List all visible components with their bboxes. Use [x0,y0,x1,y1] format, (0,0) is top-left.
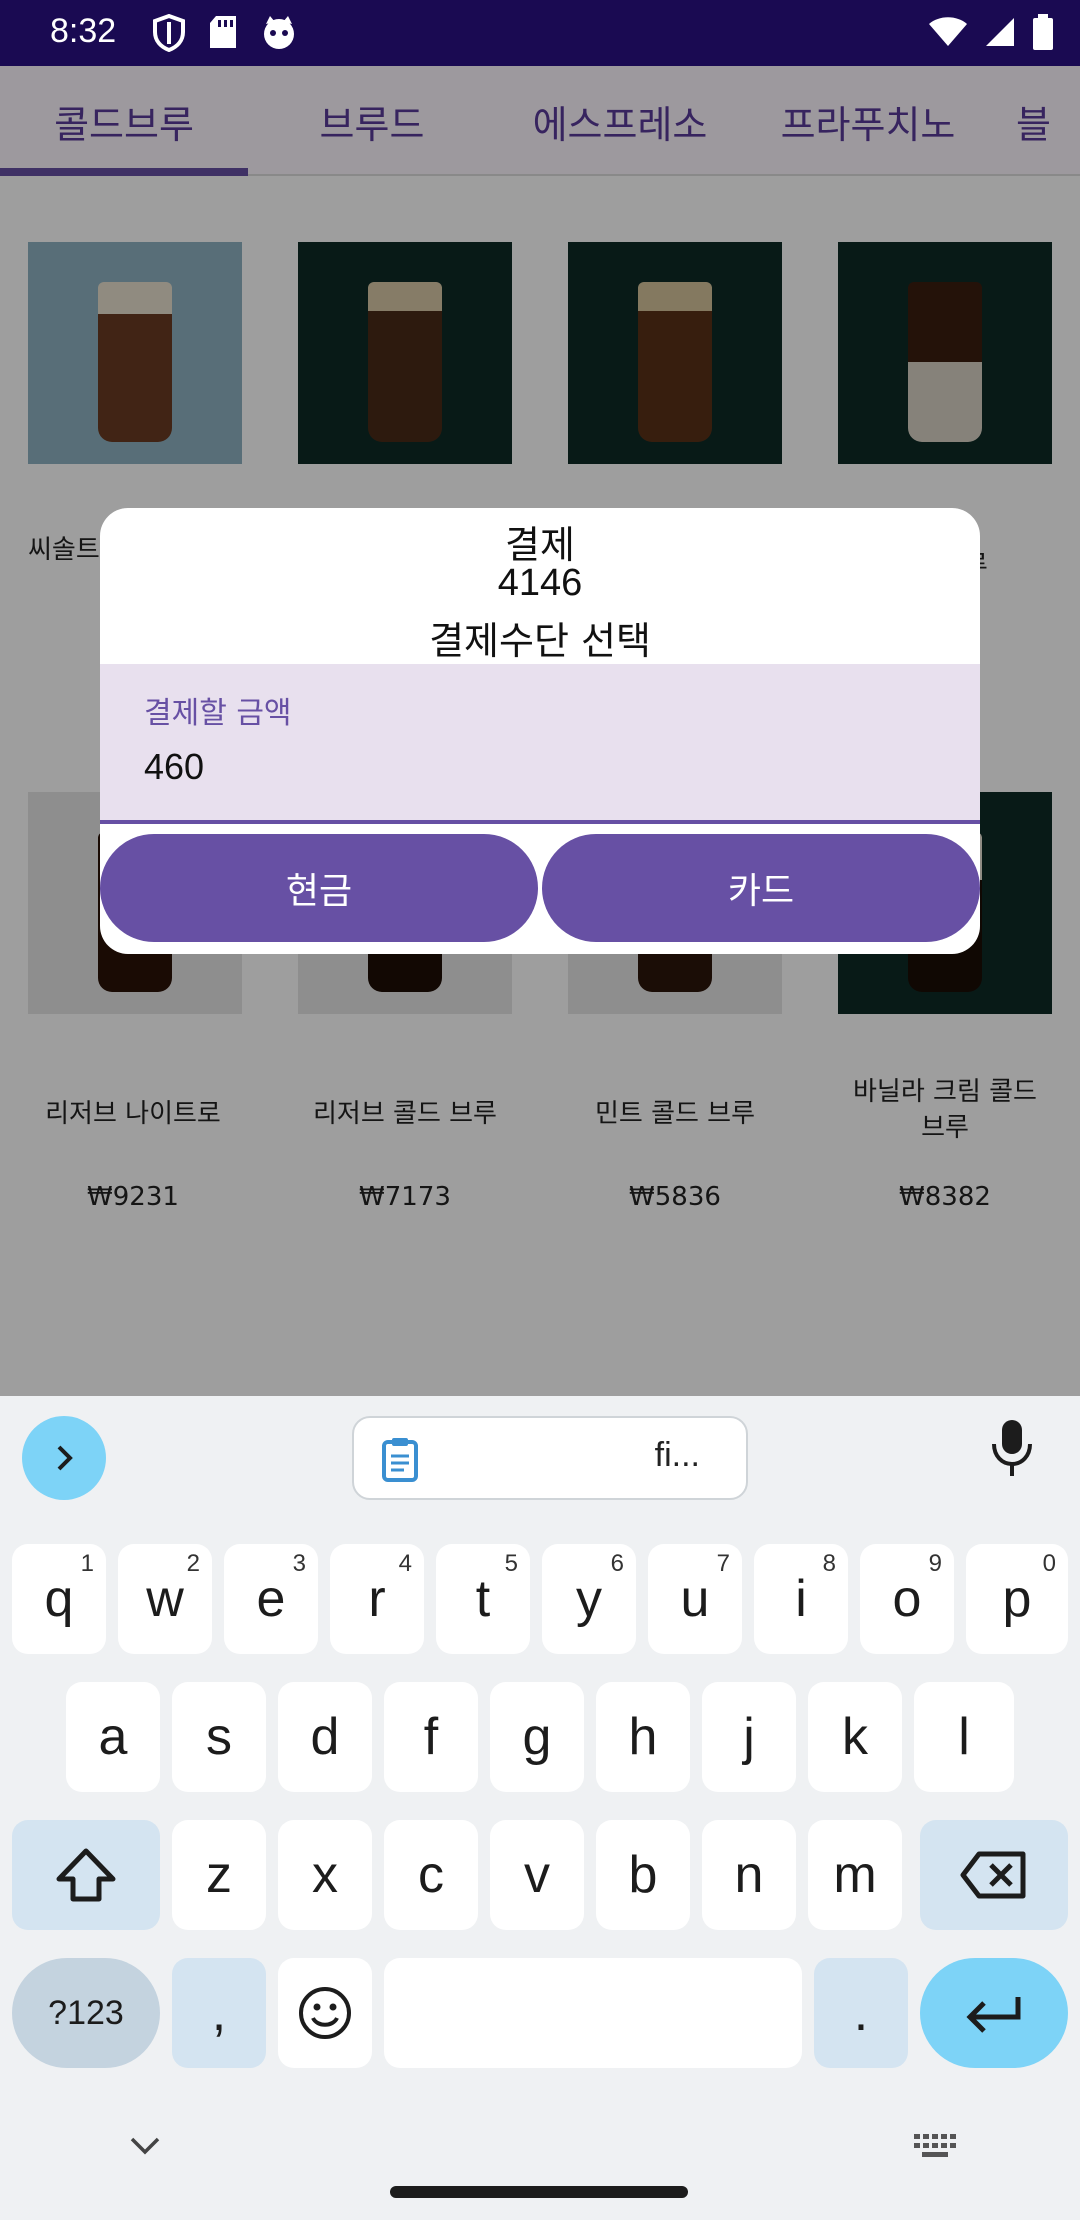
key-a[interactable]: a [66,1682,160,1792]
key-label: o [892,1570,922,1628]
emoji-icon [299,1987,351,2039]
amount-input-field[interactable]: 결제할 금액 460 [100,664,980,824]
status-bar: 8:32 [0,0,1080,66]
key-label: y [576,1570,602,1628]
key-hint: 5 [504,1550,518,1577]
microphone-icon[interactable] [990,1418,1034,1478]
expand-toolbar-button[interactable] [22,1416,106,1500]
status-system-icons [928,14,1054,50]
key-j[interactable]: j [702,1682,796,1792]
key-hint: 6 [610,1550,624,1577]
key-e[interactable]: e3 [224,1544,318,1654]
key-r[interactable]: r4 [330,1544,424,1654]
payment-dialog: 결제 4146 결제수단 선택 결제할 금액 460 현금 카드 [100,508,980,954]
key-hint: 2 [186,1550,200,1577]
chevron-down-icon[interactable] [128,2134,162,2158]
key-l[interactable]: l [914,1682,1014,1792]
keyboard-switch-icon[interactable] [912,2132,958,2162]
key-h[interactable]: h [596,1682,690,1792]
key-w[interactable]: w2 [118,1544,212,1654]
key-hint: 1 [80,1550,94,1577]
status-notification-icons [152,14,298,52]
key-d[interactable]: d [278,1682,372,1792]
cat-face-icon [264,16,294,49]
enter-key[interactable] [920,1958,1068,2068]
period-key[interactable]: . [814,1958,908,2068]
chevron-right-icon [57,1445,73,1471]
key-b[interactable]: b [596,1820,690,1930]
key-t[interactable]: t5 [436,1544,530,1654]
shift-key[interactable] [12,1820,160,1930]
key-u[interactable]: u7 [648,1544,742,1654]
key-hint: 8 [822,1550,836,1577]
shield-icon [153,14,185,52]
wifi-icon [929,17,967,46]
clipboard-text: fi... [654,1436,700,1474]
backspace-icon [960,1851,1026,1899]
key-k[interactable]: k [808,1682,902,1792]
key-z[interactable]: z [172,1820,266,1930]
key-label: i [795,1570,807,1628]
key-label: e [256,1570,286,1628]
key-c[interactable]: c [384,1820,478,1930]
amount-label: 결제할 금액 [144,696,292,731]
soft-keyboard: fi... q1 w2 e3 r4 t5 y6 u7 i8 o9 p0 a s … [0,1396,1080,2220]
key-hint: 7 [716,1550,730,1577]
card-button[interactable]: 카드 [542,834,980,942]
sd-card-icon [210,16,236,48]
key-v[interactable]: v [490,1820,584,1930]
key-o[interactable]: o9 [860,1544,954,1654]
symbols-key[interactable]: ?123 [12,1958,160,2068]
navigation-bar [0,2124,1080,2220]
key-hint: 3 [292,1550,306,1577]
dialog-title: 결제 [505,523,575,567]
cell-signal-icon [986,18,1014,46]
amount-input[interactable]: 460 [144,746,204,788]
battery-icon [1033,14,1053,50]
key-g[interactable]: g [490,1682,584,1792]
key-hint: 0 [1042,1550,1056,1577]
key-label: u [680,1570,710,1628]
clipboard-suggestion[interactable]: fi... [352,1416,748,1500]
emoji-key[interactable] [278,1958,372,2068]
key-label: p [1002,1570,1032,1628]
key-label: q [44,1570,74,1628]
key-q[interactable]: q1 [12,1544,106,1654]
space-bar[interactable] [384,1958,802,2068]
dialog-total: 4146 [497,562,583,604]
key-i[interactable]: i8 [754,1544,848,1654]
key-label: r [368,1570,386,1628]
key-hint: 9 [928,1550,942,1577]
comma-key[interactable]: , [172,1958,266,2068]
key-label: w [146,1570,184,1628]
keyboard-toolbar: fi... [0,1396,1080,1516]
status-time: 8:32 [50,12,117,50]
shift-icon [56,1848,116,1902]
home-gesture-pill[interactable] [390,2186,688,2198]
enter-icon [966,1997,1021,2033]
key-x[interactable]: x [278,1820,372,1930]
key-y[interactable]: y6 [542,1544,636,1654]
cash-button[interactable]: 현금 [100,834,538,942]
key-f[interactable]: f [384,1682,478,1792]
key-s[interactable]: s [172,1682,266,1792]
key-m[interactable]: m [808,1820,902,1930]
key-label: t [475,1570,491,1628]
key-p[interactable]: p0 [966,1544,1068,1654]
clipboard-icon [382,1438,418,1482]
key-n[interactable]: n [702,1820,796,1930]
backspace-key[interactable] [920,1820,1068,1930]
key-hint: 4 [398,1550,412,1577]
dialog-subtitle: 결제수단 선택 [429,619,651,663]
